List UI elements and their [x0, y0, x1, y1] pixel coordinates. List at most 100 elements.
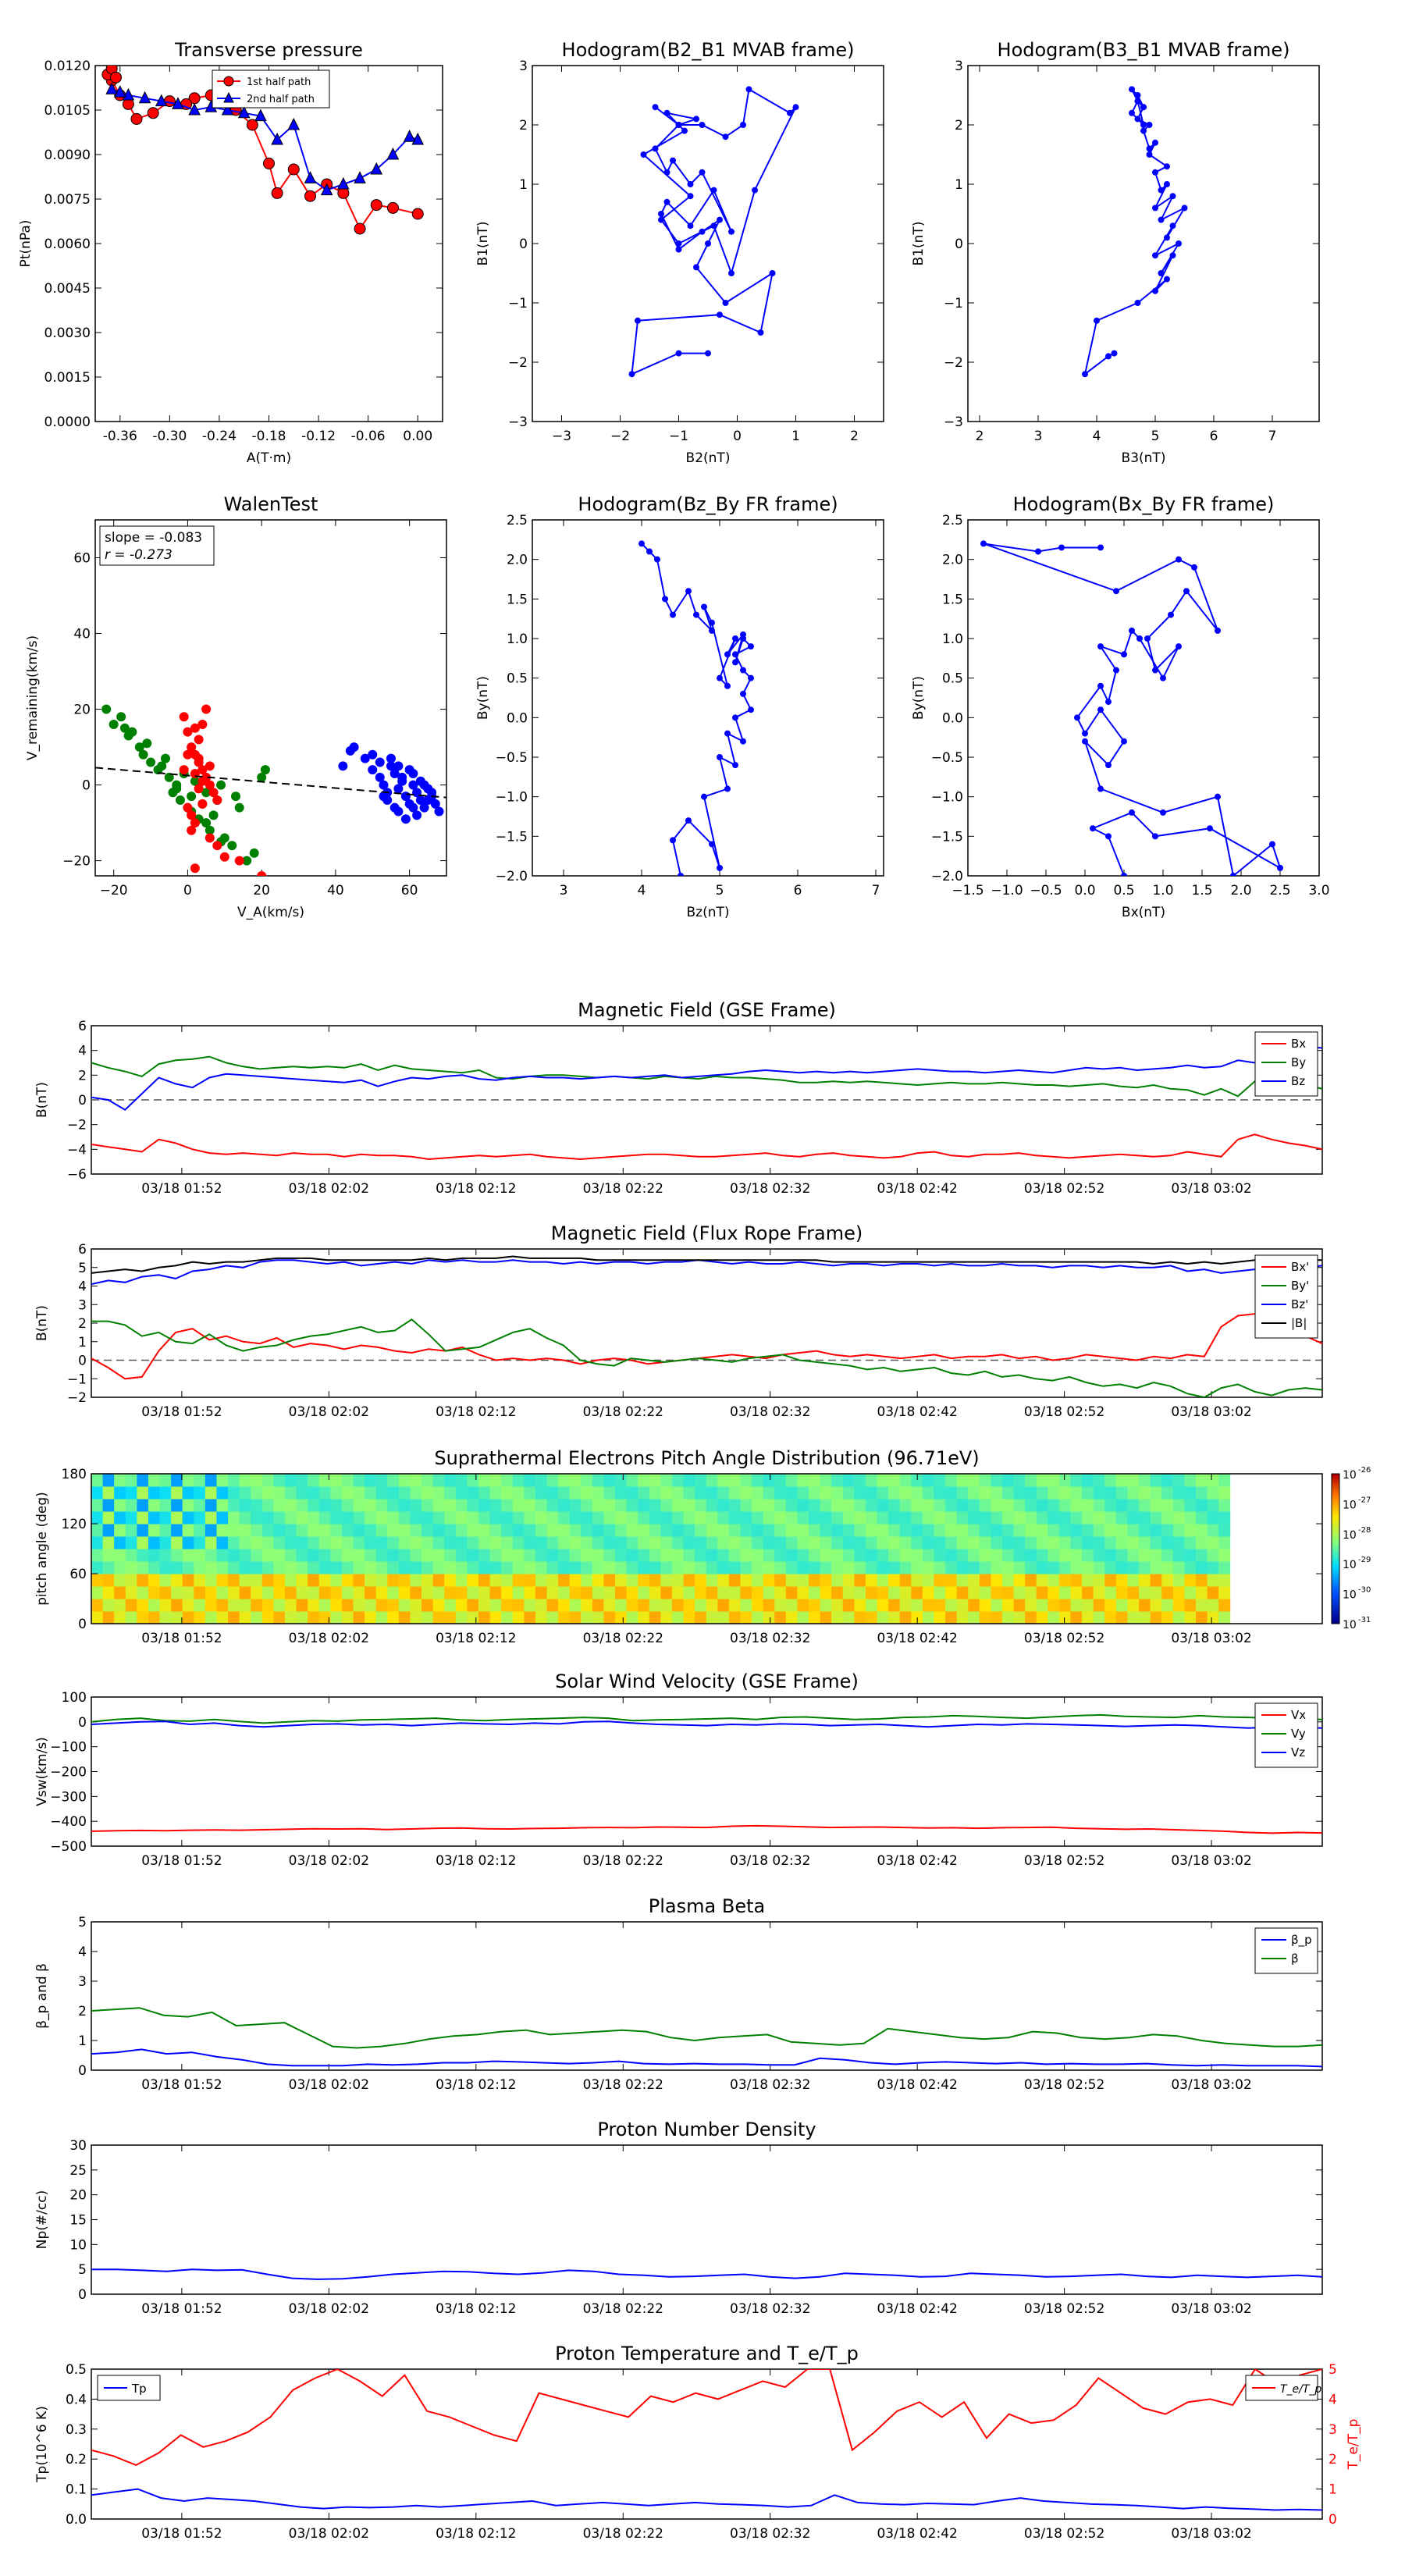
colorbar-tick-label: 10 [1343, 1589, 1357, 1602]
y-tick-label: 0.0120 [44, 59, 91, 74]
heatmap-cell [1172, 1511, 1185, 1525]
heatmap-cell [261, 1499, 274, 1512]
heatmap-cell [865, 1561, 878, 1574]
heatmap-cell [159, 1524, 172, 1537]
heatmap-cell [854, 1536, 866, 1550]
heatmap-cell [649, 1524, 661, 1537]
heatmap-cell [125, 1561, 137, 1574]
data-point [393, 806, 404, 817]
heatmap-cell [603, 1536, 616, 1550]
heatmap-cell [1139, 1549, 1151, 1562]
heatmap-cell [353, 1599, 365, 1612]
series-line [91, 2369, 1322, 2467]
heatmap-cell [148, 1511, 161, 1525]
heatmap-cell [728, 1574, 741, 1587]
heatmap-cell [524, 1511, 536, 1525]
heatmap-cell [182, 1524, 194, 1537]
heatmap-cell [649, 1536, 661, 1550]
heatmap-cell [546, 1474, 559, 1487]
heatmap-cell [1013, 1524, 1026, 1537]
heatmap-cell [1161, 1549, 1174, 1562]
heatmap-cell [375, 1499, 388, 1512]
heatmap-cell [1013, 1586, 1026, 1599]
heatmap-cell [671, 1599, 685, 1612]
data-point [658, 211, 664, 217]
heatmap-cell [148, 1474, 161, 1487]
heatmap-cell [296, 1549, 308, 1562]
heatmap-cell [353, 1511, 365, 1525]
heatmap-cell [455, 1549, 468, 1562]
heatmap-cell [638, 1474, 650, 1487]
y-tick-label: −300 [50, 1789, 87, 1805]
heatmap-cell [695, 1499, 707, 1512]
heatmap-cell [991, 1574, 1003, 1587]
heatmap-cell [330, 1561, 343, 1574]
heatmap-cell [1093, 1499, 1105, 1512]
heatmap-cell [125, 1599, 137, 1612]
heatmap-cell [899, 1486, 912, 1500]
heatmap-cell [968, 1524, 980, 1537]
heatmap-cell [1218, 1586, 1231, 1599]
heatmap-cell [444, 1499, 457, 1512]
heatmap-cell [239, 1536, 251, 1550]
data-point [201, 818, 212, 828]
heatmap-cell [422, 1599, 434, 1612]
heatmap-cell [91, 1524, 104, 1537]
heatmap-cell [615, 1486, 628, 1500]
x-tick-label: 0 [733, 429, 742, 444]
data-point [663, 109, 670, 116]
data-point [1129, 627, 1135, 634]
x-tick-label: 03/18 01:52 [141, 1404, 222, 1420]
heatmap-cell [239, 1574, 251, 1587]
colorbar-segment [1332, 1586, 1339, 1589]
heatmap-cell [1001, 1574, 1015, 1587]
heatmap-cell [831, 1611, 844, 1624]
heatmap-cell [478, 1511, 491, 1525]
x-tick-label: 20 [253, 883, 270, 898]
y-right-axis-label: T_e/T_p [1346, 2419, 1361, 2471]
x-tick-label: 03/18 02:52 [1024, 1853, 1104, 1869]
heatmap-cell [341, 1549, 354, 1562]
heatmap-cell [353, 1574, 365, 1587]
heatmap-cell [239, 1549, 251, 1562]
heatmap-cell [102, 1474, 115, 1487]
heatmap-cell [717, 1586, 730, 1599]
heatmap-cell [683, 1486, 695, 1500]
heatmap-cell [102, 1574, 115, 1587]
heatmap-cell [205, 1611, 217, 1624]
data-point [408, 802, 418, 813]
data-point [640, 151, 647, 158]
data-point [108, 719, 119, 729]
data-point [1082, 371, 1088, 378]
colorbar-segment [1332, 1566, 1339, 1570]
x-tick-label: 03/18 02:02 [289, 2526, 369, 2542]
heatmap-cell [671, 1561, 685, 1574]
heatmap-cell [774, 1549, 787, 1562]
heatmap-cell [1058, 1574, 1072, 1587]
heatmap-cell [1207, 1499, 1219, 1512]
heatmap-cell [865, 1499, 878, 1512]
heatmap-cell [216, 1486, 229, 1500]
data-point [179, 712, 189, 722]
heatmap-cell [1218, 1511, 1231, 1525]
data-point [1169, 193, 1176, 200]
heatmap-cell [877, 1536, 889, 1550]
data-point [769, 270, 776, 276]
heatmap-cell [284, 1574, 297, 1587]
heatmap-cell [671, 1574, 685, 1587]
heatmap-cell [1207, 1524, 1219, 1537]
heatmap-cell [1172, 1561, 1185, 1574]
y-axis-label: B1(nT) [911, 222, 927, 266]
heatmap-cell [159, 1611, 172, 1624]
heatmap-cell [649, 1486, 661, 1500]
heatmap-cell [968, 1511, 980, 1525]
data-point [709, 619, 715, 626]
heatmap-cell [956, 1486, 969, 1500]
heatmap-cell [228, 1599, 240, 1612]
heatmap-cell [842, 1586, 855, 1599]
heatmap-cell [1139, 1574, 1151, 1587]
colorbar-segment [1332, 1503, 1339, 1507]
heatmap-cell [284, 1549, 297, 1562]
data-point [227, 841, 237, 851]
heatmap-cell [1093, 1511, 1105, 1525]
